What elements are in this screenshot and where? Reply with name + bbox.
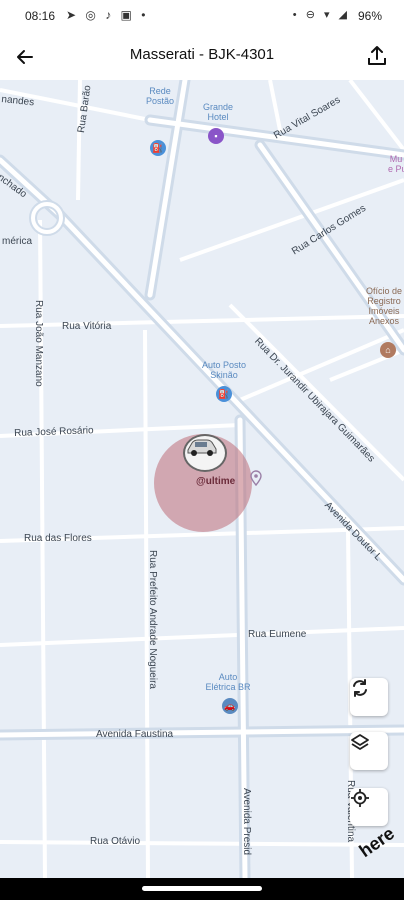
notification-icons: ➤ ◎ ♪ ▣ • (66, 8, 149, 22)
back-button[interactable] (10, 42, 40, 72)
street-label: Rua Prefeito Andrade Nogueira (147, 550, 158, 689)
poi-label: Rede Postão (145, 86, 175, 106)
landmark-icon[interactable]: ⌂ (380, 342, 396, 358)
car-icon (187, 439, 217, 456)
system-icons: • ⊖ ▾ ◢ (292, 9, 350, 21)
street-label: Rua das Flores (24, 533, 92, 544)
street-label: mérica (2, 236, 33, 247)
share-upload-icon (368, 46, 386, 65)
page-title: Masserati - BJK-4301 (129, 46, 275, 63)
car-service-icon[interactable]: 🚗 (222, 698, 238, 714)
status-time: 08:16 (25, 9, 56, 23)
poi-label: Ofício de Registro Imóveis Anexos (365, 286, 403, 326)
location-pin-icon (250, 470, 262, 486)
street-label: Avenida Faustina (96, 729, 174, 740)
map-view[interactable]: nandes Rua Barão Rua Vital Soares Rua Ca… (0, 80, 404, 878)
layers-icon (351, 734, 369, 750)
fuel-icon[interactable]: ⛽ (216, 386, 232, 402)
poi-label: Auto Elétrica BR (205, 672, 251, 692)
refresh-icon (353, 679, 367, 697)
fuel-icon[interactable]: ⛽ (150, 140, 166, 156)
locate-button[interactable] (350, 788, 388, 826)
street-label: Rua Vitória (62, 321, 112, 332)
battery-level: 96% (357, 9, 382, 23)
status-bar: 08:16 ➤ ◎ ♪ ▣ • • ⊖ ▾ ◢ 96% (0, 0, 404, 34)
layers-button[interactable] (350, 732, 388, 770)
arrow-left-icon (17, 50, 33, 64)
street-label: Rua Eumene (248, 629, 307, 640)
share-button[interactable] (362, 41, 392, 71)
poi-label: Grande Hotel (202, 102, 234, 122)
street-label: Rua João Manzano (33, 300, 44, 387)
hotel-icon[interactable]: ▪ (208, 128, 224, 144)
street-label: Rua Otávio (90, 836, 141, 847)
refresh-button[interactable] (350, 678, 388, 716)
vehicle-marker[interactable] (183, 434, 227, 472)
system-nav-bar (0, 878, 404, 900)
vehicle-label: @ultime (196, 476, 236, 487)
poi-label: Mu e Pu (388, 154, 404, 174)
street-label: Avenida Presid (241, 788, 252, 856)
locate-icon (351, 789, 369, 807)
home-indicator[interactable] (142, 886, 262, 891)
app-bar: Masserati - BJK-4301 (0, 34, 404, 80)
poi-label: Auto Posto Skinão (201, 360, 247, 380)
